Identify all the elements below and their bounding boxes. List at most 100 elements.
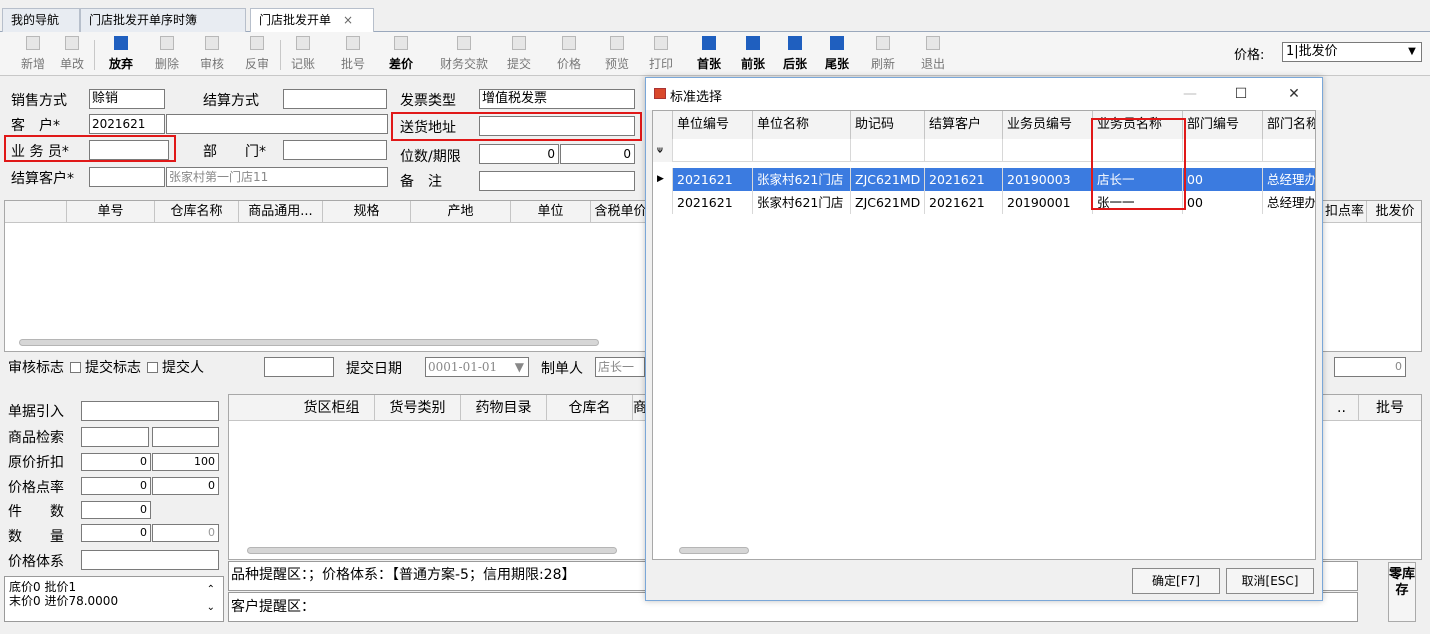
maximize-icon[interactable]: ☐ — [1231, 84, 1251, 104]
header-cell[interactable]: 部门名称 — [1263, 111, 1315, 139]
header-cell[interactable]: 仓库名称 — [155, 201, 239, 223]
post-button[interactable]: 记账 — [286, 36, 320, 74]
submit-flag-checkbox[interactable] — [70, 362, 81, 373]
customer-code-field[interactable]: 2021621 — [89, 114, 165, 134]
status-right-field[interactable]: 0 — [1334, 357, 1406, 377]
chevron-down-icon[interactable]: ▼ — [1405, 45, 1419, 59]
refresh-button[interactable]: 刷新 — [866, 36, 900, 74]
dept-field[interactable] — [283, 140, 387, 160]
price-select[interactable]: 1|批发价 ▼ — [1282, 42, 1422, 62]
header-cell[interactable]: 批号 — [1359, 395, 1421, 421]
table-row[interactable]: ▶ 2021621 张家村621门店 ZJC621MD 2021621 2019… — [653, 168, 1315, 191]
first-button[interactable]: 首张 — [692, 36, 726, 74]
filter-cell[interactable] — [851, 139, 925, 162]
settle-customer-code-field[interactable] — [89, 167, 165, 187]
header-cell[interactable]: 仓库名 — [547, 395, 633, 421]
abandon-button[interactable]: 放弃 — [104, 36, 138, 74]
maker-field[interactable]: 店长一 — [595, 357, 645, 377]
scroll-thumb[interactable] — [19, 339, 599, 346]
header-cell[interactable]: 含税单价 — [591, 201, 651, 223]
tab-my-nav[interactable]: 我的导航 — [2, 8, 80, 32]
filter-cell[interactable] — [673, 139, 753, 162]
new-button[interactable]: 新增 — [16, 36, 50, 74]
doc-import-field[interactable] — [81, 401, 219, 421]
prev-button[interactable]: 前张 — [736, 36, 770, 74]
filter-cell[interactable] — [1183, 139, 1263, 162]
header-cell[interactable]: 商品通用... — [239, 201, 323, 223]
price-button[interactable]: 价格 — [552, 36, 586, 74]
invoice-type-field[interactable]: 增值税发票 — [479, 89, 635, 109]
finance-payment-button[interactable]: 财务交款 — [432, 36, 496, 74]
submitter-checkbox[interactable] — [147, 362, 158, 373]
zero-stock-button[interactable]: 零库存 — [1388, 562, 1416, 622]
batch-button[interactable]: 批号 — [336, 36, 370, 74]
header-cell[interactable]: 结算客户 — [925, 111, 1003, 139]
header-cell[interactable]: 业务员编号 — [1003, 111, 1093, 139]
tab-batch-journal[interactable]: 门店批发开单序时簿 — [80, 8, 246, 32]
discount-field-1[interactable]: 0 — [81, 453, 151, 471]
last-button[interactable]: 尾张 — [820, 36, 854, 74]
header-cell[interactable]: 产地 — [411, 201, 511, 223]
remark-field[interactable] — [479, 171, 635, 191]
filter-cell[interactable] — [1263, 139, 1315, 162]
header-cell[interactable]: 货区柜组 — [289, 395, 375, 421]
chevron-up-icon[interactable]: ⌃ — [207, 583, 215, 597]
exit-button[interactable]: 退出 — [916, 36, 950, 74]
goods-search-field-1[interactable] — [81, 427, 149, 447]
header-cell[interactable]: .. — [1325, 395, 1359, 421]
print-button[interactable]: 打印 — [644, 36, 678, 74]
digits-field[interactable]: 0 — [479, 144, 559, 164]
confirm-button[interactable]: 确定[F7] — [1132, 568, 1220, 594]
header-cell[interactable]: 助记码 — [851, 111, 925, 139]
edit-button[interactable]: 单改 — [55, 36, 89, 74]
preview-button[interactable]: 预览 — [600, 36, 634, 74]
point-field-2[interactable]: 0 — [152, 477, 219, 495]
price-diff-button[interactable]: 差价 — [384, 36, 418, 74]
unaudit-button[interactable]: 反审 — [240, 36, 274, 74]
header-cell[interactable]: 单位名称 — [753, 111, 851, 139]
submit-button[interactable]: 提交 — [502, 36, 536, 74]
pieces-field[interactable]: 0 — [81, 501, 151, 519]
price-system-field[interactable] — [81, 550, 219, 570]
filter-cell[interactable] — [925, 139, 1003, 162]
scroll-thumb[interactable] — [679, 547, 749, 554]
filter-cell[interactable] — [753, 139, 851, 162]
settle-mode-field[interactable] — [283, 89, 387, 109]
settle-customer-name-field[interactable]: 张家村第一门店11 — [166, 167, 388, 187]
submitter-field[interactable] — [264, 357, 334, 377]
goods-search-field-2[interactable] — [152, 427, 219, 447]
filter-row[interactable]: ᴪ — [653, 139, 1315, 162]
next-button[interactable]: 后张 — [778, 36, 812, 74]
filter-cell[interactable] — [1003, 139, 1093, 162]
header-cell[interactable]: 规格 — [323, 201, 411, 223]
tab-batch-order[interactable]: 门店批发开单 × — [250, 8, 374, 33]
qty-field-2[interactable]: 0 — [152, 524, 219, 542]
table-row[interactable]: 2021621 张家村621门店 ZJC621MD 2021621 201900… — [653, 191, 1315, 214]
sale-mode-field[interactable]: 赊销 — [89, 89, 165, 109]
header-cell[interactable]: 货号类别 — [375, 395, 461, 421]
header-cell[interactable]: 单号 — [67, 201, 155, 223]
cancel-button[interactable]: 取消[ESC] — [1226, 568, 1314, 594]
dialog-grid[interactable]: 单位编号 单位名称 助记码 结算客户 业务员编号 业务员名称 部门编号 部门名称… — [652, 110, 1316, 560]
point-field-1[interactable]: 0 — [81, 477, 151, 495]
qty-field-1[interactable]: 0 — [81, 524, 151, 542]
dialog-grid-hscroll[interactable] — [657, 543, 1313, 557]
header-cell[interactable]: 批发价 — [1367, 201, 1423, 223]
customer-name-field[interactable] — [166, 114, 388, 134]
header-cell[interactable]: 部门编号 — [1183, 111, 1263, 139]
header-cell[interactable]: 扣点率 — [1323, 201, 1367, 223]
delete-button[interactable]: 删除 — [150, 36, 184, 74]
minimize-icon[interactable]: — — [1180, 84, 1200, 104]
chevron-down-icon[interactable]: ⌄ — [207, 601, 215, 615]
header-cell[interactable]: 单位 — [511, 201, 591, 223]
discount-field-2[interactable]: 100 — [152, 453, 219, 471]
term-field[interactable]: 0 — [560, 144, 635, 164]
close-icon[interactable]: × — [343, 13, 353, 27]
header-cell[interactable]: 药物目录 — [461, 395, 547, 421]
audit-button[interactable]: 审核 — [195, 36, 229, 74]
header-cell[interactable]: 单位编号 — [673, 111, 753, 139]
scroll-thumb[interactable] — [247, 547, 617, 554]
chevron-down-icon[interactable]: ▼ — [515, 358, 524, 376]
close-icon[interactable]: ✕ — [1284, 84, 1304, 104]
submit-date-field[interactable]: 0001-01-01 ▼ — [425, 357, 529, 377]
